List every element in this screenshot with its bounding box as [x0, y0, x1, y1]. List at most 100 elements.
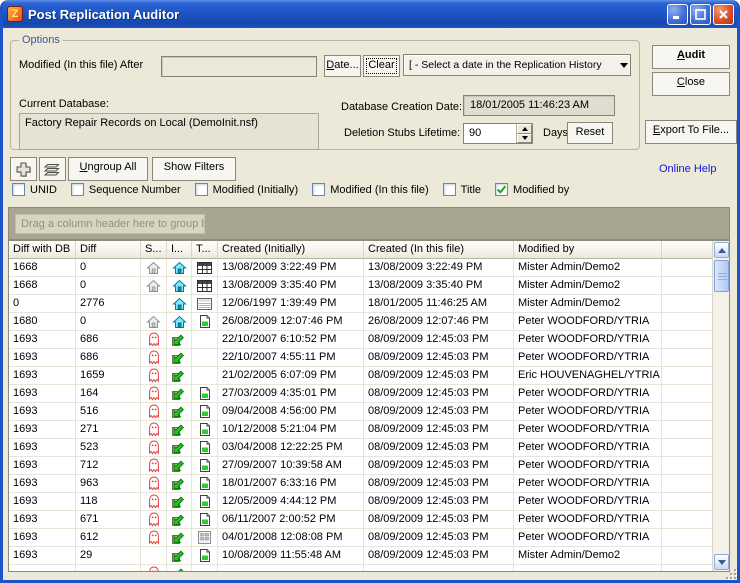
ungroup-all-button[interactable]: Ungroup All: [68, 157, 148, 181]
column-header[interactable]: S...: [141, 241, 167, 259]
table-row[interactable]: 1693 516 09/04/2008 4:56:00 PM 08/09/200…: [9, 403, 712, 421]
cell-created-in-file: 08/09/2009 12:45:03 PM: [364, 511, 514, 529]
vertical-scrollbar[interactable]: [712, 241, 729, 571]
scroll-up-button[interactable]: [714, 242, 729, 258]
checkbox-label: Modified (In this file): [330, 184, 428, 196]
column-header[interactable]: T...: [192, 241, 218, 259]
table-row[interactable]: 1693 686 22/10/2007 6:10:52 PM 08/09/200…: [9, 331, 712, 349]
cell-filler: [662, 457, 712, 475]
checkbox-label: Title: [461, 184, 481, 196]
minimize-button[interactable]: [667, 4, 688, 25]
checkbox-label: Modified (Initially): [213, 184, 299, 196]
export-to-file-button[interactable]: Export To File...: [645, 120, 737, 144]
table-row[interactable]: 0 2776 12/06/1997 1:39:49 PM 18/01/2005 …: [9, 295, 712, 313]
table-row[interactable]: 1680 0 26/08/2009 12:07:46 PM 26/08/2009…: [9, 313, 712, 331]
chevron-down-icon[interactable]: [620, 63, 628, 68]
ghost-icon: [141, 493, 167, 511]
resize-grip[interactable]: [723, 566, 736, 579]
date-button[interactable]: Date...: [324, 55, 361, 77]
cell-created-in-file: 08/09/2009 12:45:03 PM: [364, 475, 514, 493]
close-dialog-button[interactable]: Close: [652, 72, 730, 96]
replication-history-dropdown[interactable]: [ - Select a date in the Replication His…: [403, 54, 631, 76]
ghost-icon: [141, 475, 167, 493]
table-row[interactable]: [9, 565, 712, 571]
table-row[interactable]: 1693 29 10/08/2009 11:55:48 AM 08/09/200…: [9, 547, 712, 565]
checkbox-icon[interactable]: [71, 183, 84, 196]
doc-green-icon: [192, 313, 218, 331]
column-header[interactable]: Diff with DB: [9, 241, 76, 259]
cell-diff-with-db: 1693: [9, 331, 76, 349]
table-row[interactable]: 1693 523 03/04/2008 12:22:25 PM 08/09/20…: [9, 439, 712, 457]
cell-s: [141, 295, 167, 313]
table-row[interactable]: 1693 164 27/03/2009 4:35:01 PM 08/09/200…: [9, 385, 712, 403]
maximize-button[interactable]: [690, 4, 711, 25]
expand-all-button[interactable]: [10, 157, 37, 181]
collapse-all-button[interactable]: [39, 157, 66, 181]
cell-filler: [662, 385, 712, 403]
column-checkbox[interactable]: UNID: [12, 183, 57, 196]
cell-filler: [662, 277, 712, 295]
online-help-link[interactable]: Online Help: [659, 163, 716, 175]
cell-modified-by: Peter WOODFORD/YTRIA: [514, 349, 662, 367]
table-row[interactable]: 1668 0 13/08/2009 3:22:49 PM 13/08/2009 …: [9, 259, 712, 277]
scrollbar-thumb[interactable]: [714, 260, 729, 292]
cell-diff-with-db: 1693: [9, 547, 76, 565]
column-checkbox[interactable]: Modified (Initially): [195, 183, 299, 196]
column-checkbox[interactable]: Modified (In this file): [312, 183, 428, 196]
column-header[interactable]: Diff: [76, 241, 141, 259]
table-row[interactable]: 1693 271 10/12/2008 5:21:04 PM 08/09/200…: [9, 421, 712, 439]
table-row[interactable]: 1693 963 18/01/2007 6:33:16 PM 08/09/200…: [9, 475, 712, 493]
cell-diff: 118: [76, 493, 141, 511]
audit-button[interactable]: Audit: [652, 45, 730, 69]
table-row[interactable]: 1693 671 06/11/2007 2:00:52 PM 08/09/200…: [9, 511, 712, 529]
checkbox-icon[interactable]: [443, 183, 456, 196]
column-checkbox[interactable]: Title: [443, 183, 481, 196]
column-header[interactable]: Modified by: [514, 241, 662, 259]
cell-created-initially: 04/01/2008 12:08:08 PM: [218, 529, 364, 547]
cell-created-in-file: 08/09/2009 12:45:03 PM: [364, 547, 514, 565]
column-checkbox[interactable]: Sequence Number: [71, 183, 181, 196]
stepper-down-button[interactable]: [517, 134, 532, 144]
titlebar[interactable]: Z Post Replication Auditor: [0, 0, 740, 28]
table-row[interactable]: 1693 712 27/09/2007 10:39:58 AM 08/09/20…: [9, 457, 712, 475]
window: Z Post Replication Auditor Options Modif…: [0, 0, 740, 583]
house-gray-icon: [141, 277, 167, 295]
cell-created-initially: 10/08/2009 11:55:48 AM: [218, 547, 364, 565]
reset-button[interactable]: Reset: [567, 122, 613, 144]
show-filters-button[interactable]: Show Filters: [152, 157, 236, 181]
cell-filler: [662, 421, 712, 439]
column-checkbox[interactable]: Modified by: [495, 183, 569, 196]
checkbox-icon[interactable]: [12, 183, 25, 196]
column-header[interactable]: Created (In this file): [364, 241, 514, 259]
table-row[interactable]: 1693 686 22/10/2007 4:55:11 PM 08/09/200…: [9, 349, 712, 367]
clear-button[interactable]: Clear: [363, 55, 400, 77]
stepper-up-button[interactable]: [517, 124, 532, 134]
table-row[interactable]: 1668 0 13/08/2009 3:35:40 PM 13/08/2009 …: [9, 277, 712, 295]
table-row[interactable]: 1693 612 04/01/2008 12:08:08 PM 08/09/20…: [9, 529, 712, 547]
table-row[interactable]: 1693 1659 21/02/2005 6:07:09 PM 08/09/20…: [9, 367, 712, 385]
cell-modified-by: Peter WOODFORD/YTRIA: [514, 493, 662, 511]
cell-created-initially: 06/11/2007 2:00:52 PM: [218, 511, 364, 529]
checkbox-icon[interactable]: [495, 183, 508, 196]
stubs-lifetime-value[interactable]: 90: [464, 124, 516, 143]
checkbox-icon[interactable]: [195, 183, 208, 196]
cell-diff: [76, 565, 141, 571]
close-button[interactable]: [713, 4, 734, 25]
checkbox-icon[interactable]: [312, 183, 325, 196]
cell-diff: 0: [76, 313, 141, 331]
import-icon: [167, 403, 192, 421]
group-by-bar[interactable]: Drag a column header here to group by th…: [8, 207, 730, 240]
column-header[interactable]: I...: [167, 241, 192, 259]
stubs-lifetime-stepper[interactable]: 90: [463, 123, 533, 144]
table-header-row: Diff with DB Diff S... I... T... Created…: [9, 241, 712, 259]
header-filler: [662, 241, 712, 259]
cell-diff-with-db: 0: [9, 295, 76, 313]
table-row[interactable]: 1693 118 12/05/2009 4:44:12 PM 08/09/200…: [9, 493, 712, 511]
cell-created-in-file: 08/09/2009 12:45:03 PM: [364, 457, 514, 475]
current-database-label: Current Database:: [19, 98, 109, 110]
cell-filler: [662, 367, 712, 385]
cell-filler: [662, 313, 712, 331]
modified-after-input[interactable]: [161, 56, 317, 77]
cell-modified-by: Mister Admin/Demo2: [514, 277, 662, 295]
column-header[interactable]: Created (Initially): [218, 241, 364, 259]
